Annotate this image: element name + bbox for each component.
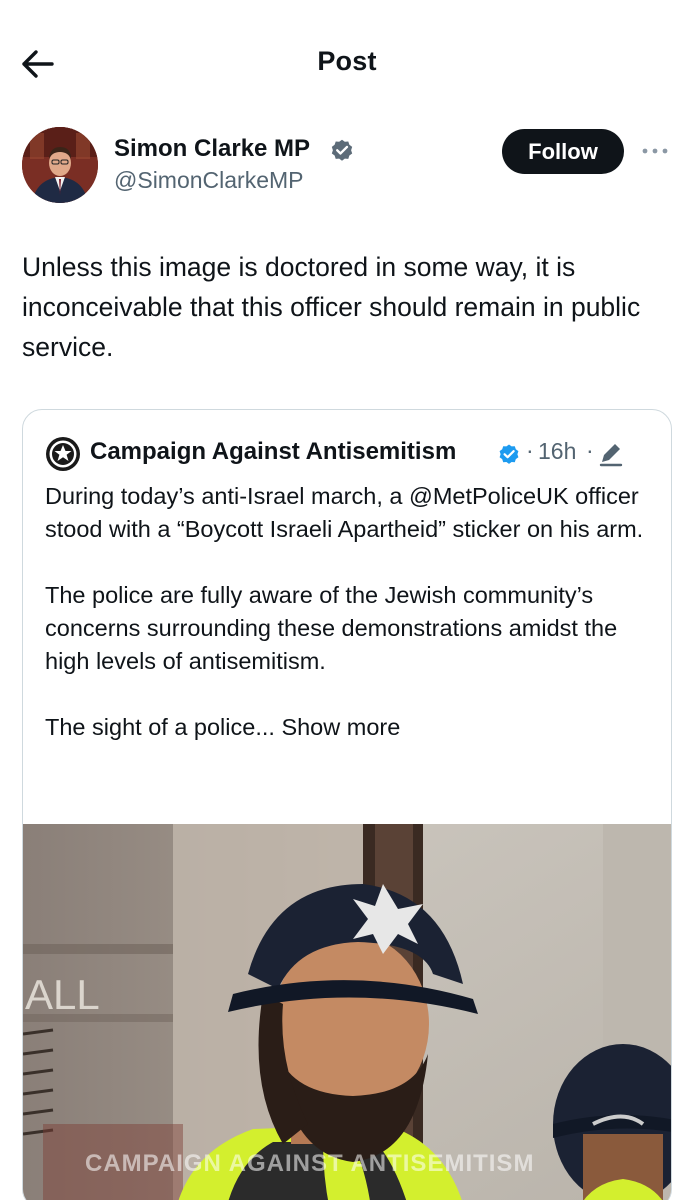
post-text: Unless this image is doctored in some wa… <box>22 252 641 362</box>
more-options-button[interactable] <box>638 139 672 163</box>
quoted-post-text: During today’s anti-Israel march, a @Met… <box>45 480 655 744</box>
photo-police-officers: ALL <box>23 824 671 1200</box>
follow-button[interactable]: Follow <box>502 129 624 174</box>
more-dots-icon <box>642 148 668 154</box>
post-author: Simon Clarke MP @SimonClarkeMP Follow <box>22 127 672 207</box>
avatar[interactable] <box>22 127 98 203</box>
quoted-timestamp[interactable]: 16h <box>538 438 576 465</box>
quoted-paragraph: The police are fully aware of the Jewish… <box>45 582 618 674</box>
quoted-author-name[interactable]: Campaign Against Antisemitism <box>90 438 456 466</box>
author-handle[interactable]: @SimonClarkeMP <box>114 167 304 194</box>
separator-dot: · <box>586 437 594 463</box>
top-bar: Post <box>0 0 694 120</box>
shop-sign-text: ALL <box>25 971 100 1018</box>
edit-pencil-icon <box>599 444 623 467</box>
quoted-post[interactable]: Campaign Against Antisemitism · 16h · Du… <box>22 409 672 1200</box>
quoted-paragraph: During today’s anti-Israel march, a @Met… <box>45 483 644 542</box>
quoted-paragraph-truncated: The sight of a police... <box>45 714 275 740</box>
campaign-logo-icon[interactable] <box>45 436 81 472</box>
quoted-post-image[interactable]: ALL CAMPAIGN AGAINST ANTISEMITISM <box>23 824 671 1200</box>
verified-badge-icon <box>331 139 353 161</box>
author-name[interactable]: Simon Clarke MP <box>114 135 310 163</box>
quoted-paragraph: The sight of a police... Show more <box>45 711 655 744</box>
separator-dot: · <box>526 437 534 463</box>
image-watermark: CAMPAIGN AGAINST ANTISEMITISM <box>85 1150 535 1177</box>
verified-badge-icon <box>499 444 519 464</box>
page-title: Post <box>317 46 377 76</box>
quoted-post-header: Campaign Against Antisemitism · 16h · <box>45 434 655 471</box>
show-more-link[interactable]: Show more <box>281 714 400 740</box>
